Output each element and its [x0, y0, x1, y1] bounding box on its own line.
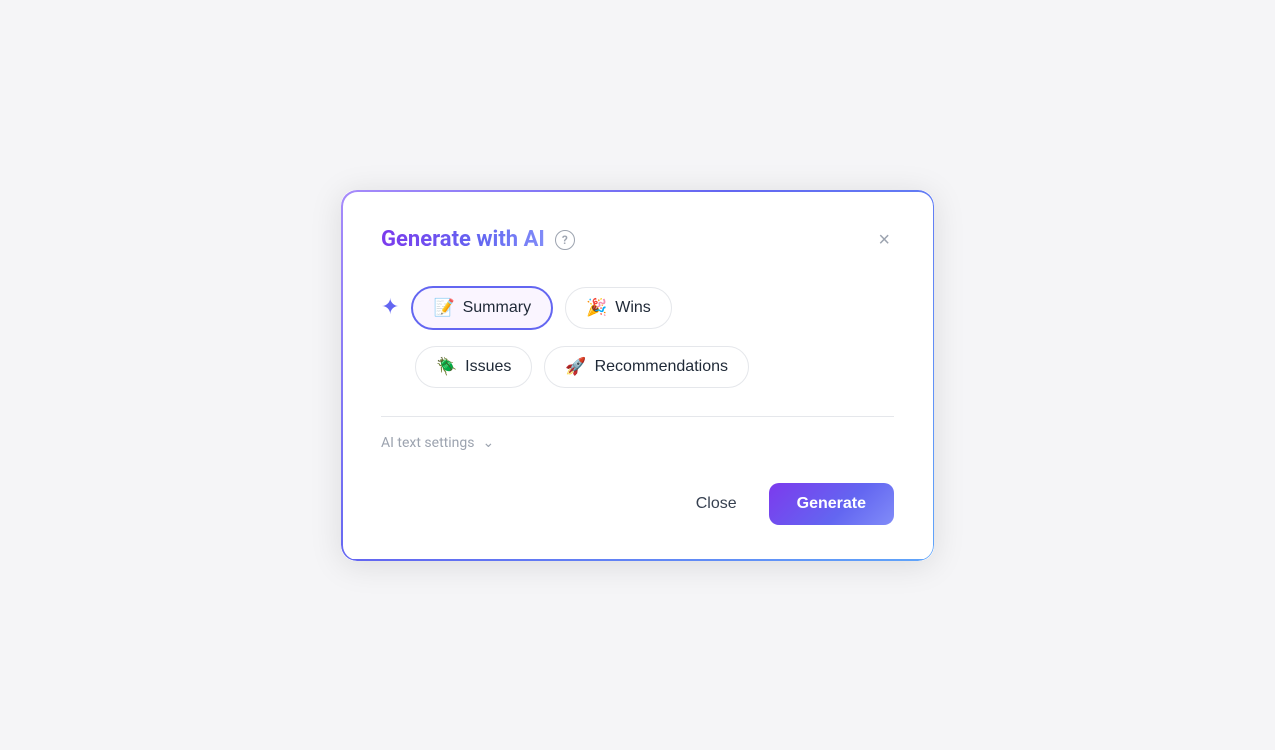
- modal-header: Generate with AI ? ×: [381, 226, 894, 254]
- wins-emoji: 🎉: [586, 298, 607, 318]
- recommendations-label: Recommendations: [595, 358, 728, 376]
- issues-emoji: 🪲: [436, 357, 457, 377]
- close-button[interactable]: ×: [874, 226, 894, 254]
- option-wins[interactable]: 🎉 Wins: [565, 287, 672, 329]
- wins-label: Wins: [615, 299, 651, 317]
- summary-label: Summary: [463, 299, 531, 317]
- options-section: ✦ 📝 Summary 🎉 Wins 🪲 Issues 🚀 Recommend: [381, 286, 894, 388]
- options-row-2: 🪲 Issues 🚀 Recommendations: [381, 346, 894, 388]
- close-text-button[interactable]: Close: [676, 485, 757, 523]
- sparkle-icon: ✦: [381, 295, 399, 320]
- issues-label: Issues: [465, 358, 511, 376]
- footer-actions: Close Generate: [381, 483, 894, 525]
- settings-row[interactable]: AI text settings ⌄: [381, 435, 894, 451]
- option-summary[interactable]: 📝 Summary: [411, 286, 553, 330]
- title-group: Generate with AI ?: [381, 227, 575, 252]
- generate-button[interactable]: Generate: [769, 483, 894, 525]
- modal-dialog: Generate with AI ? × ✦ 📝 Summary 🎉 Wins: [340, 189, 935, 562]
- help-icon[interactable]: ?: [555, 230, 575, 250]
- settings-label: AI text settings: [381, 435, 474, 451]
- options-row-1: ✦ 📝 Summary 🎉 Wins: [381, 286, 894, 330]
- option-recommendations[interactable]: 🚀 Recommendations: [544, 346, 749, 388]
- summary-emoji: 📝: [433, 298, 454, 318]
- divider: [381, 416, 894, 417]
- modal-overlay: Generate with AI ? × ✦ 📝 Summary 🎉 Wins: [0, 0, 1275, 750]
- chevron-down-icon: ⌄: [482, 435, 494, 451]
- recommendations-emoji: 🚀: [565, 357, 586, 377]
- modal-title: Generate with AI: [381, 227, 545, 252]
- option-issues[interactable]: 🪲 Issues: [415, 346, 532, 388]
